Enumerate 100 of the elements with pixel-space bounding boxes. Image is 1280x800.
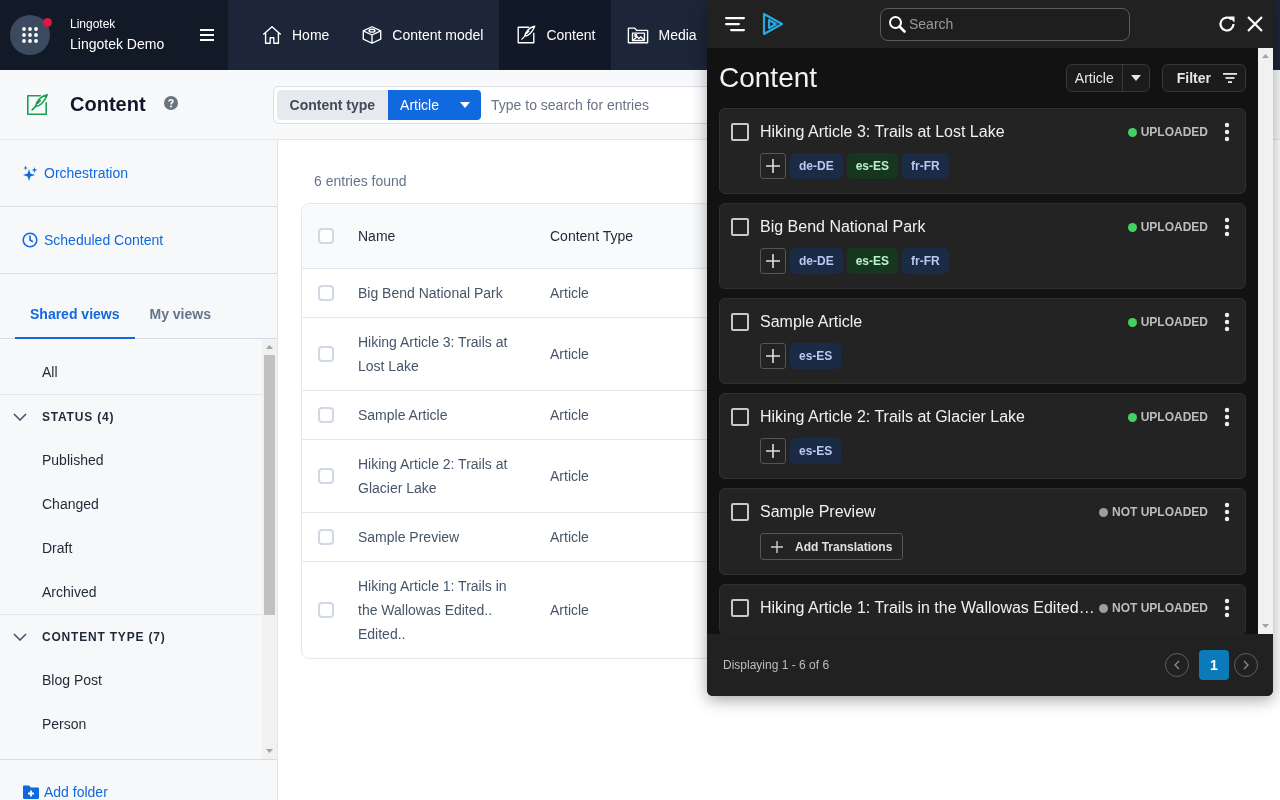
add-translation-button[interactable] <box>760 343 786 369</box>
nav-item[interactable]: Media <box>611 0 703 70</box>
table-cell-text: Article <box>550 345 589 364</box>
checkbox[interactable] <box>731 408 749 426</box>
table-cell-text: Article <box>550 284 589 303</box>
table-cell-text: Hiking Article 2: Trails at Glacier Lake <box>358 455 509 498</box>
checkbox[interactable] <box>318 407 334 423</box>
checkbox[interactable] <box>318 346 334 362</box>
status-label: NOT UPLOADED <box>1112 505 1208 519</box>
play-logo-icon[interactable] <box>762 12 784 36</box>
entries-count: 6 entries found <box>314 173 407 189</box>
sparkle-icon <box>22 165 38 181</box>
space-name: Lingotek Demo <box>70 34 165 54</box>
view-item[interactable]: Archived <box>0 570 262 614</box>
scrollbar[interactable] <box>262 339 277 759</box>
column-header[interactable]: Content Type <box>550 204 634 268</box>
checkbox[interactable] <box>731 123 749 141</box>
add-translations-button[interactable]: Add Translations <box>760 533 904 560</box>
add-translation-button[interactable] <box>760 153 786 179</box>
table-cell-text: Big Bend National Park <box>358 284 503 303</box>
plus-icon <box>766 444 780 458</box>
content-type-label: Content type <box>276 89 389 120</box>
org-name: Lingotek <box>70 16 117 32</box>
feather-square-icon <box>515 24 538 46</box>
table-cell-text: Hiking Article 1: Trails in the Wallowas Edited.. Edited.. <box>358 577 508 644</box>
checkbox[interactable] <box>318 285 334 301</box>
checkbox[interactable] <box>731 599 749 617</box>
image-folder-icon <box>627 24 650 46</box>
table-cell-text: Article <box>550 528 589 547</box>
views-tab[interactable]: My views <box>134 291 226 339</box>
checkbox[interactable] <box>731 503 749 521</box>
filter-button[interactable]: Filter <box>1161 64 1246 92</box>
caret-icon <box>460 101 470 108</box>
locale-tag[interactable]: es-ES <box>790 343 842 369</box>
locale-tag[interactable]: es-ES <box>846 248 899 274</box>
type-filter-dropdown[interactable]: Article <box>1065 64 1150 92</box>
locale-tag[interactable]: de-DE <box>790 248 843 274</box>
view-item[interactable]: Person <box>0 702 262 746</box>
menu-icon[interactable] <box>200 29 214 41</box>
page-button[interactable]: 1 <box>1199 650 1229 680</box>
chevron-down-icon <box>13 412 27 421</box>
sidebar-link[interactable]: Orchestration <box>22 165 129 181</box>
search-input[interactable]: Type to search for entries <box>491 92 691 117</box>
search-icon <box>888 15 906 33</box>
plus-icon <box>766 349 780 363</box>
menu-icon[interactable] <box>725 16 745 32</box>
pagination-summary: Displaying 1 - 6 of 6 <box>723 658 830 672</box>
checkbox[interactable] <box>318 468 334 484</box>
view-item[interactable]: Published <box>0 438 262 482</box>
plus-icon <box>766 254 780 268</box>
card-title: Hiking Article 1: Trails in the Wallowas Edited… <box>760 599 1096 617</box>
view-item[interactable]: Draft <box>0 526 262 570</box>
refresh-icon[interactable] <box>1218 15 1236 33</box>
cube-icon <box>361 24 384 46</box>
checkbox[interactable] <box>731 313 749 331</box>
card-title: Hiking Article 2: Trails at Glacier Lake <box>760 408 1026 426</box>
status-label: UPLOADED <box>1140 315 1208 329</box>
checkbox[interactable] <box>318 602 334 618</box>
view-item[interactable]: Changed <box>0 482 262 526</box>
chevron-down-icon <box>13 632 27 641</box>
add-translation-button[interactable] <box>760 248 786 274</box>
status-label: UPLOADED <box>1140 410 1208 424</box>
scrollbar-thumb[interactable] <box>264 355 275 615</box>
locale-tag[interactable]: fr-FR <box>902 248 949 274</box>
checkbox[interactable] <box>318 228 334 244</box>
nav-item[interactable]: Home <box>245 0 346 70</box>
table-cell-text: Sample Article <box>358 406 448 425</box>
chevron-left-icon <box>1174 660 1180 670</box>
nav-item[interactable]: Content <box>499 0 612 70</box>
card-title: Sample Article <box>760 313 864 331</box>
checkbox[interactable] <box>318 529 334 545</box>
locale-tag[interactable]: fr-FR <box>902 153 949 179</box>
table-cell-text: Hiking Article 3: Trails at Lost Lake <box>358 333 509 376</box>
nav-item[interactable]: Content model <box>345 0 500 70</box>
help-icon[interactable] <box>163 95 178 110</box>
apps-grid-icon[interactable] <box>10 15 50 55</box>
close-icon[interactable] <box>1246 15 1264 33</box>
card-title: Hiking Article 3: Trails at Lost Lake <box>760 123 1006 141</box>
table-cell-text: Sample Preview <box>358 528 460 547</box>
page-title: Content <box>70 93 146 116</box>
status-label: UPLOADED <box>1140 125 1208 139</box>
search-field[interactable]: Search <box>880 7 1130 41</box>
views-tab[interactable]: Shared views <box>15 291 135 339</box>
locale-tag[interactable]: es-ES <box>846 153 899 179</box>
add-folder-link[interactable]: Add folder <box>23 784 108 800</box>
content-type-dropdown[interactable]: Article <box>388 89 481 120</box>
table-cell-text: Article <box>550 601 589 620</box>
card-title: Big Bend National Park <box>760 218 927 236</box>
panel-title: Content <box>719 62 818 94</box>
view-item[interactable]: Blog Post <box>0 658 262 702</box>
add-translation-button[interactable] <box>760 438 786 464</box>
sidebar-link[interactable]: Scheduled Content <box>22 232 164 248</box>
locale-tag[interactable]: de-DE <box>790 153 843 179</box>
caret-icon <box>1130 75 1141 81</box>
status-label: NOT UPLOADED <box>1112 601 1208 615</box>
locale-tag[interactable]: es-ES <box>790 438 842 464</box>
home-icon <box>261 24 283 46</box>
checkbox[interactable] <box>731 218 749 236</box>
column-header[interactable]: Name <box>358 204 396 268</box>
view-item[interactable]: All <box>0 350 262 394</box>
